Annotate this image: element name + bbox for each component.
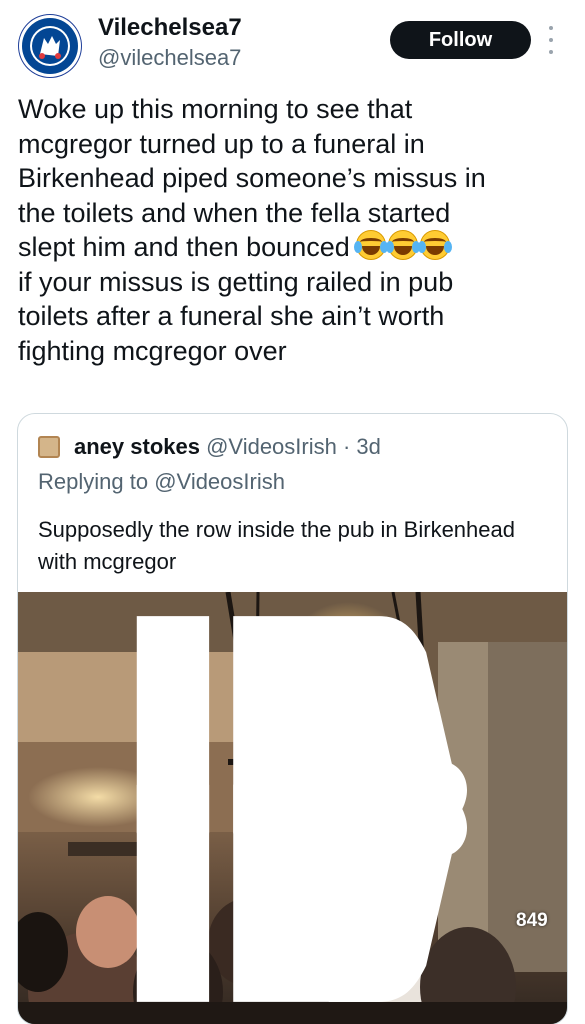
tweet-line: toilets after a funeral she ain’t worth xyxy=(18,301,445,331)
video-thumbnail[interactable]: 849 xyxy=(18,592,568,1024)
tweet-line: the toilets and when the fella started xyxy=(18,197,451,228)
replying-to-line: Replying to @VideosIrish xyxy=(38,468,285,496)
replying-prefix: Replying to xyxy=(38,469,149,494)
tweet-line: if your missus is getting railed in pub xyxy=(18,266,454,297)
tweet-text: Woke up this morning to see that mcgrego… xyxy=(18,92,570,368)
quoted-author-handle[interactable]: @VideosIrish xyxy=(206,434,337,459)
quoted-author-name[interactable]: aney stokes xyxy=(74,434,200,459)
tweet-line: fighting mcgregor over xyxy=(18,335,287,366)
tweet-line: Woke up this morning to see that xyxy=(18,94,413,124)
quoted-author-avatar[interactable] xyxy=(38,436,60,458)
quoted-author-row: aney stokes @VideosIrish · 3d xyxy=(74,433,381,461)
follow-button[interactable]: Follow xyxy=(390,21,531,59)
tweet-line: mcgregor turned up to a funeral in xyxy=(18,128,425,159)
author-handle[interactable]: @vilechelsea7 xyxy=(98,44,242,72)
laughing-tears-emoji-icon xyxy=(385,230,420,260)
author-display-name[interactable]: Vilechelsea7 xyxy=(98,14,242,42)
tweet-line: slept him and then bounced xyxy=(18,232,350,262)
quoted-tweet-card[interactable]: aney stokes @VideosIrish · 3d Replying t… xyxy=(17,413,568,1024)
quoted-timestamp: · 3d xyxy=(342,434,381,459)
replying-handle-link[interactable]: @VideosIrish xyxy=(154,469,285,494)
tweet-line: Birkenhead piped someone’s missus in xyxy=(18,163,486,193)
laughing-tears-emoji-icon xyxy=(417,230,452,260)
tweet-header: Vilechelsea7 @vilechelsea7 Follow xyxy=(0,0,585,90)
chelsea-crest-icon[interactable] xyxy=(18,14,82,78)
laughing-tears-emoji-icon xyxy=(353,230,388,260)
thumbs-down-icon[interactable] xyxy=(18,592,568,1024)
quoted-tweet-text: Supposedly the row inside the pub in Bir… xyxy=(38,517,515,574)
laughing-tears-emoji-group xyxy=(353,230,452,260)
more-options-icon[interactable] xyxy=(544,26,558,54)
author-names: Vilechelsea7 @vilechelsea7 xyxy=(98,14,242,72)
